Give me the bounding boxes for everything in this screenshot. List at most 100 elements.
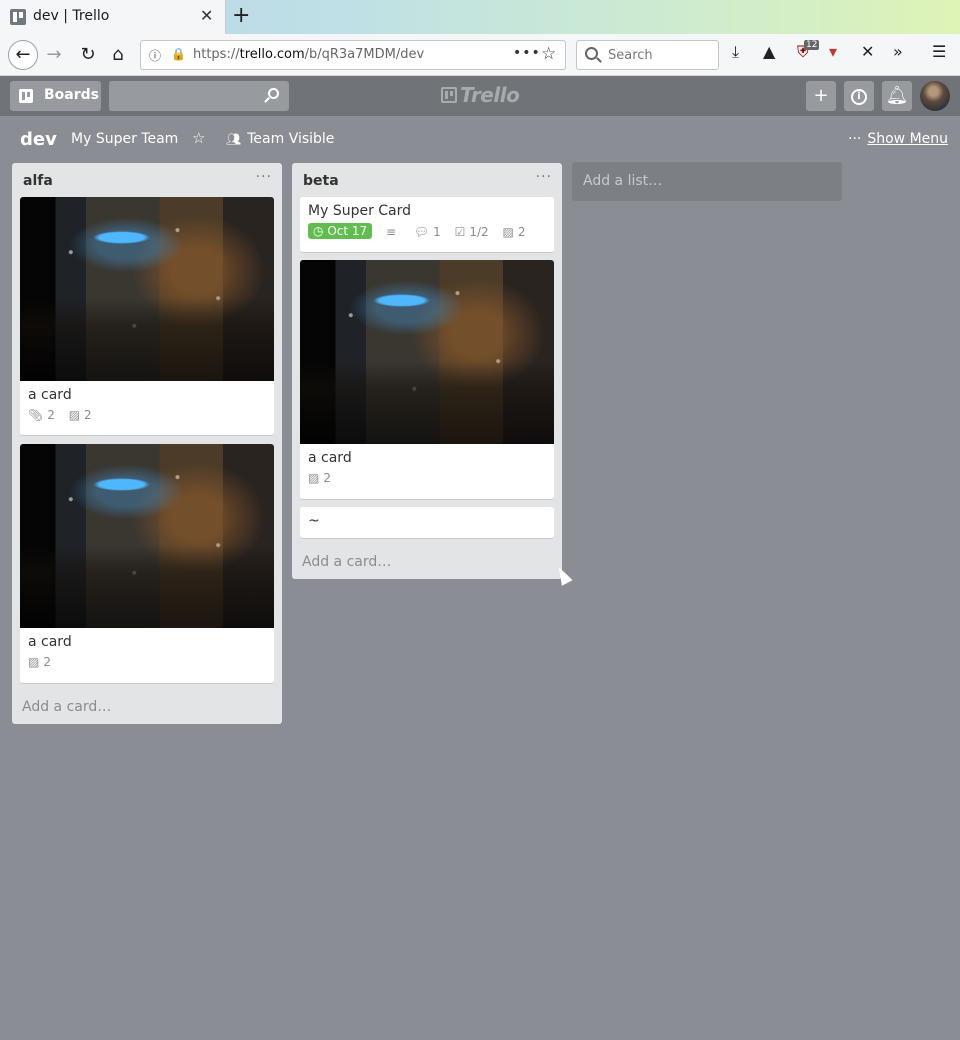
hat-icon[interactable]: ▲ [763,42,775,61]
visibility-label: Team Visible [247,131,335,147]
lock-icon[interactable]: 🔒 [171,47,186,61]
list-title[interactable]: alfa [23,173,53,189]
show-menu-button[interactable]: ··· Show Menu [848,131,948,147]
trello-logo-text: Trello [460,83,520,107]
reload-icon: ↻ [80,44,96,65]
ellipsis-icon: ··· [848,131,862,147]
overflow-chevrons-icon[interactable]: » [893,42,903,61]
show-menu-label: Show Menu [867,131,949,147]
board-header: dev My Super Team ☆ 👥︎ Team Visible ··· Sh… [0,116,960,162]
card[interactable]: a card ▨ 2 [20,444,274,684]
card-title: a card [28,634,72,650]
card-badges: ▨ 2 [20,652,274,678]
card-badges: ◷ Oct 17 ≡ 💬︎ 1 ☑ 1/2 ▨ 2 [300,221,554,247]
stickers-badge: ▨ 2 [28,654,51,669]
add-card-button[interactable]: Add a card… [302,554,391,570]
due-date-badge[interactable]: ◷ Oct 17 [308,223,373,239]
clock-icon: ◷ [313,224,324,238]
bookmark-star-icon[interactable]: ☆ [541,44,556,64]
plus-icon: + [813,85,829,106]
list-title[interactable]: beta [303,173,339,189]
new-tab-button[interactable]: + [232,3,250,29]
avatar[interactable] [920,81,950,111]
info-button[interactable]: i [844,81,874,111]
checklist-badge: ☑ 1/2 [454,224,489,239]
card[interactable]: ~ [300,507,554,539]
extension-cup-icon[interactable]: ▾ [829,42,837,61]
card[interactable]: a card ▨ 2 [300,260,554,500]
stickers-badge: ▨ 2 [68,407,92,422]
mouse-cursor-icon [553,564,573,586]
list-menu-icon[interactable]: ··· [256,169,272,185]
card-badges: 📎︎ 2 ▨ 2 [20,405,274,431]
sticker-icon: ▨ [308,470,320,485]
info-icon: i [851,89,867,105]
board-team[interactable]: My Super Team [71,131,178,147]
board-visibility[interactable]: 👥︎ Team Visible [226,131,334,147]
card-cover-image [300,260,554,444]
comments-badge: 💬︎ 1 [413,224,441,239]
trello-logo-icon [441,87,457,103]
pin-icon[interactable]: ✕ [861,42,874,61]
home-icon: ⌂ [112,44,124,65]
boards-label: Boards [44,87,99,103]
add-card-button[interactable]: Add a card… [22,699,111,715]
comment-icon: 💬︎ [413,224,430,239]
notifications-button[interactable]: 🔔︎ [882,81,912,111]
url-bar[interactable]: ⓘ 🔒 https://trello.com/b/qR3a7MDM/dev ••… [140,40,566,70]
add-list-label: Add a list… [583,173,663,189]
back-button[interactable]: ← [8,40,38,70]
forward-button[interactable]: → [40,41,68,69]
description-icon: ≡ [385,224,397,239]
team-icon: 👥︎ [226,132,242,146]
tab-title: dev | Trello [33,8,110,24]
url-text[interactable]: https://trello.com/b/qR3a7MDM/dev [193,47,424,62]
card-cover-image [20,444,274,628]
search-placeholder: Search [608,48,653,63]
paperclip-icon: 📎︎ [28,407,44,422]
reload-button[interactable]: ↻ [74,41,102,69]
home-button[interactable]: ⌂ [104,41,132,69]
boards-button[interactable]: Boards [10,81,101,111]
trello-favicon-icon [10,9,26,25]
sticker-icon: ▨ [502,224,514,239]
browser-tab[interactable]: dev | Trello ✕ [0,0,226,34]
stickers-badge: ▨ 2 [502,224,526,239]
card-title: a card [308,450,352,466]
stickers-badge: ▨ 2 [308,470,331,485]
tab-close-icon[interactable]: ✕ [200,6,213,25]
info-icon[interactable]: ⓘ [149,47,161,64]
bell-icon: 🔔︎ [885,85,909,106]
add-list-button[interactable]: Add a list… [572,162,842,201]
hamburger-menu-icon[interactable]: ☰ [932,42,946,61]
card-title: a card [28,387,72,403]
list-menu-icon[interactable]: ··· [536,169,552,185]
checkbox-icon: ☑ [454,224,466,239]
sticker-icon: ▨ [68,407,81,422]
search-icon [268,88,279,99]
sticker-icon: ▨ [28,654,40,669]
card[interactable]: a card 📎︎ 2 ▨ 2 [20,197,274,436]
arrow-left-icon: ← [15,44,31,65]
board-title[interactable]: dev [20,129,57,150]
description-badge: ≡ [386,225,400,239]
list-beta: beta ··· My Super Card ◷ Oct 17 ≡ 💬︎ 1 ☑ 1… [292,163,562,579]
trello-logo[interactable]: Trello [441,83,520,109]
attachments-badge: 📎︎ 2 [28,407,55,422]
browser-search-input[interactable]: Search [576,40,719,70]
search-icon [585,47,598,60]
download-icon[interactable]: ⤓ [732,42,739,62]
trello-header: Boards Trello + i 🔔︎ [0,76,960,116]
list-alfa: alfa ··· a card 📎︎ 2 ▨ 2 a card ▨ 2 Add a c… [12,163,282,724]
star-icon[interactable]: ☆ [192,129,205,147]
card-title: My Super Card [308,203,412,219]
header-search-input[interactable] [109,81,289,111]
page-actions-icon[interactable]: ••• [513,45,541,61]
card[interactable]: My Super Card ◷ Oct 17 ≡ 💬︎ 1 ☑ 1/2 ▨ 2 [300,197,554,253]
browser-tab-bar: dev | Trello ✕ + [0,0,960,34]
create-button[interactable]: + [806,81,836,111]
card-cover-image [20,197,274,381]
ublock-count-badge: 12 [804,40,820,50]
card-title: ~ [308,513,320,529]
boards-icon [19,89,33,103]
